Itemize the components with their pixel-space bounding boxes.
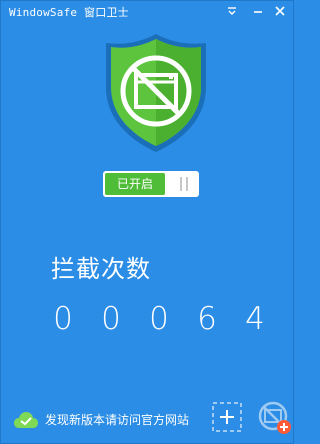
update-link[interactable]: 发现新版本请访问官方网站 xyxy=(45,411,189,428)
cloud-check-icon xyxy=(13,410,39,430)
toggle-knob xyxy=(172,174,196,194)
footer-bar: 发现新版本请访问官方网站 xyxy=(1,397,293,441)
menu-icon[interactable] xyxy=(223,2,241,20)
counter-digit: 4 xyxy=(245,301,265,337)
toggle-state-label: 已开启 xyxy=(105,173,165,195)
window-title: WindowSafe 窗口卫士 xyxy=(9,6,129,19)
capture-window-icon[interactable] xyxy=(257,400,293,436)
block-counter: 0 0 0 6 4 xyxy=(51,301,267,341)
counter-digit: 0 xyxy=(101,301,121,337)
add-icon[interactable] xyxy=(211,401,243,433)
minimize-icon[interactable] xyxy=(249,2,267,20)
app-window: WindowSafe 窗口卫士 已开启 拦截次数 0 0 0 6 4 发现新版本… xyxy=(0,0,294,444)
close-icon[interactable] xyxy=(271,2,289,20)
title-bar[interactable]: WindowSafe 窗口卫士 xyxy=(1,1,293,23)
counter-digit: 0 xyxy=(149,301,169,337)
counter-digit: 0 xyxy=(53,301,73,337)
protection-toggle[interactable]: 已开启 xyxy=(103,171,199,197)
shield-logo xyxy=(103,31,209,155)
counter-digit: 6 xyxy=(197,301,217,337)
block-count-label: 拦截次数 xyxy=(51,255,151,283)
